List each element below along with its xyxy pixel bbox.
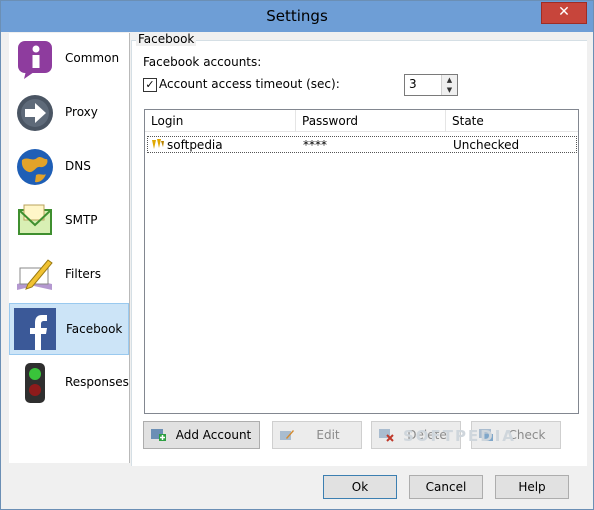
timeout-spinner[interactable]: 3 ▲ ▼ bbox=[404, 74, 458, 96]
info-icon bbox=[18, 41, 52, 79]
sidebar-item-responses[interactable]: Responses bbox=[9, 357, 129, 409]
filter-pencil-icon bbox=[17, 259, 53, 290]
sidebar-item-label: Common bbox=[65, 51, 120, 65]
table-row[interactable]: softpedia **** Unchecked bbox=[147, 136, 577, 153]
sidebar-item-label: SMTP bbox=[65, 213, 98, 227]
proxy-arrow-icon bbox=[17, 95, 53, 131]
cell-password: **** bbox=[303, 138, 327, 152]
delete-icon bbox=[379, 429, 394, 442]
sidebar-item-facebook[interactable]: Facebook bbox=[9, 303, 129, 355]
settings-sidebar: Common Proxy DNS SMTP Filters Facebook R… bbox=[9, 33, 130, 463]
sidebar-item-label: Filters bbox=[65, 267, 101, 281]
column-header-login[interactable]: Login bbox=[151, 114, 183, 128]
edit-button[interactable]: Edit bbox=[272, 421, 362, 449]
account-key-icon bbox=[152, 139, 164, 149]
table-header: Login Password State bbox=[145, 110, 578, 132]
client-area: Common Proxy DNS SMTP Filters Facebook R… bbox=[8, 32, 587, 502]
timeout-label: Account access timeout (sec): bbox=[159, 77, 340, 91]
sidebar-item-common[interactable]: Common bbox=[9, 33, 129, 85]
settings-window: Settings ✕ Common Proxy DNS SMTP Filters… bbox=[0, 0, 594, 510]
watermark: SOFTPEDIA bbox=[403, 427, 516, 445]
close-button[interactable]: ✕ bbox=[541, 2, 587, 24]
column-header-state[interactable]: State bbox=[452, 114, 484, 128]
add-user-icon bbox=[151, 429, 166, 441]
add-account-button[interactable]: Add Account bbox=[143, 421, 260, 449]
column-divider[interactable] bbox=[445, 110, 446, 131]
edit-label: Edit bbox=[316, 428, 340, 442]
traffic-light-icon bbox=[25, 363, 45, 403]
help-button[interactable]: Help bbox=[495, 475, 569, 499]
timeout-value[interactable]: 3 bbox=[409, 77, 417, 91]
edit-icon bbox=[280, 430, 294, 440]
window-title: Settings bbox=[266, 7, 328, 25]
sidebar-item-dns[interactable]: DNS bbox=[9, 141, 129, 193]
spin-down-icon[interactable]: ▼ bbox=[442, 85, 457, 95]
spinner-buttons: ▲ ▼ bbox=[441, 75, 457, 95]
column-divider[interactable] bbox=[295, 110, 296, 131]
sidebar-item-label: Facebook bbox=[66, 322, 123, 336]
add-account-label: Add Account bbox=[175, 428, 252, 442]
sidebar-item-label: Responses bbox=[65, 375, 129, 389]
sidebar-item-proxy[interactable]: Proxy bbox=[9, 87, 129, 139]
timeout-checkbox[interactable]: ✓ bbox=[143, 78, 157, 92]
sidebar-item-label: Proxy bbox=[65, 105, 98, 119]
mail-icon bbox=[18, 204, 52, 235]
facebook-icon bbox=[14, 308, 56, 350]
sidebar-item-filters[interactable]: Filters bbox=[9, 249, 129, 301]
cell-login: softpedia bbox=[167, 138, 223, 152]
group-title: Facebook bbox=[136, 32, 197, 46]
cancel-button[interactable]: Cancel bbox=[409, 475, 483, 499]
ok-button[interactable]: Ok bbox=[323, 475, 397, 499]
accounts-table[interactable]: Login Password State softpedia **** Unch… bbox=[144, 109, 579, 414]
title-bar[interactable]: Settings ✕ bbox=[1, 1, 593, 32]
sidebar-item-label: DNS bbox=[65, 159, 91, 173]
globe-icon bbox=[17, 149, 53, 185]
column-header-password[interactable]: Password bbox=[302, 114, 358, 128]
sidebar-item-smtp[interactable]: SMTP bbox=[9, 195, 129, 247]
accounts-label: Facebook accounts: bbox=[143, 55, 262, 69]
cell-state: Unchecked bbox=[453, 138, 520, 152]
